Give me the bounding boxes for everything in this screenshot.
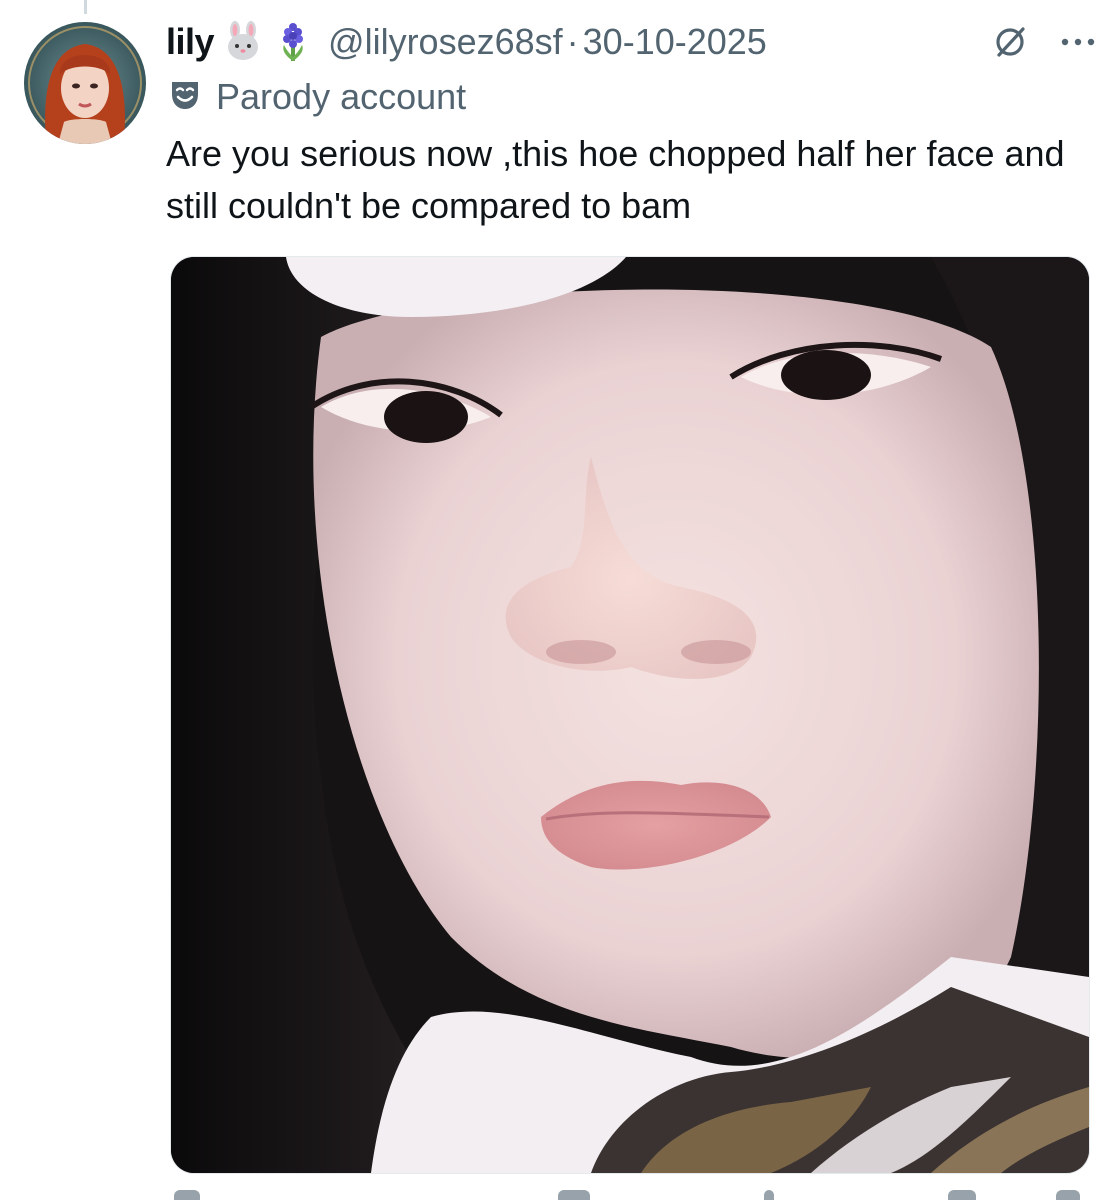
views-icon[interactable] <box>764 1190 774 1200</box>
photo-image <box>171 257 1089 1173</box>
more-options-icon[interactable] <box>1058 22 1098 62</box>
avatar-image <box>24 22 146 144</box>
tweet-body-text: Are you serious now ,this hoe chopped ha… <box>166 133 1065 226</box>
bookmark-icon[interactable] <box>948 1190 976 1200</box>
action-bar-partial <box>166 1186 1086 1200</box>
parody-account-text: Parody account <box>216 76 467 117</box>
theater-masks-icon <box>168 78 202 117</box>
thread-connector-line <box>84 0 87 14</box>
grok-icon[interactable] <box>988 20 1032 64</box>
handle[interactable]: @lilyrosez68sf <box>328 21 563 63</box>
separator-dot: · <box>566 21 579 62</box>
reply-icon[interactable] <box>174 1190 200 1200</box>
tweet-date[interactable]: 30-10-2025 <box>583 21 767 63</box>
avatar[interactable] <box>24 22 146 144</box>
tweet-header: lily @lilyrosez68sf · 30-10-2025 <box>166 14 1098 70</box>
hyacinth-emoji-icon <box>272 21 314 63</box>
like-icon[interactable] <box>558 1190 590 1200</box>
rabbit-face-emoji-icon <box>222 21 264 63</box>
tweet-photo[interactable] <box>170 256 1090 1174</box>
display-name[interactable]: lily <box>166 21 215 63</box>
share-icon[interactable] <box>1056 1190 1080 1200</box>
parody-label: Parody account <box>168 74 466 120</box>
